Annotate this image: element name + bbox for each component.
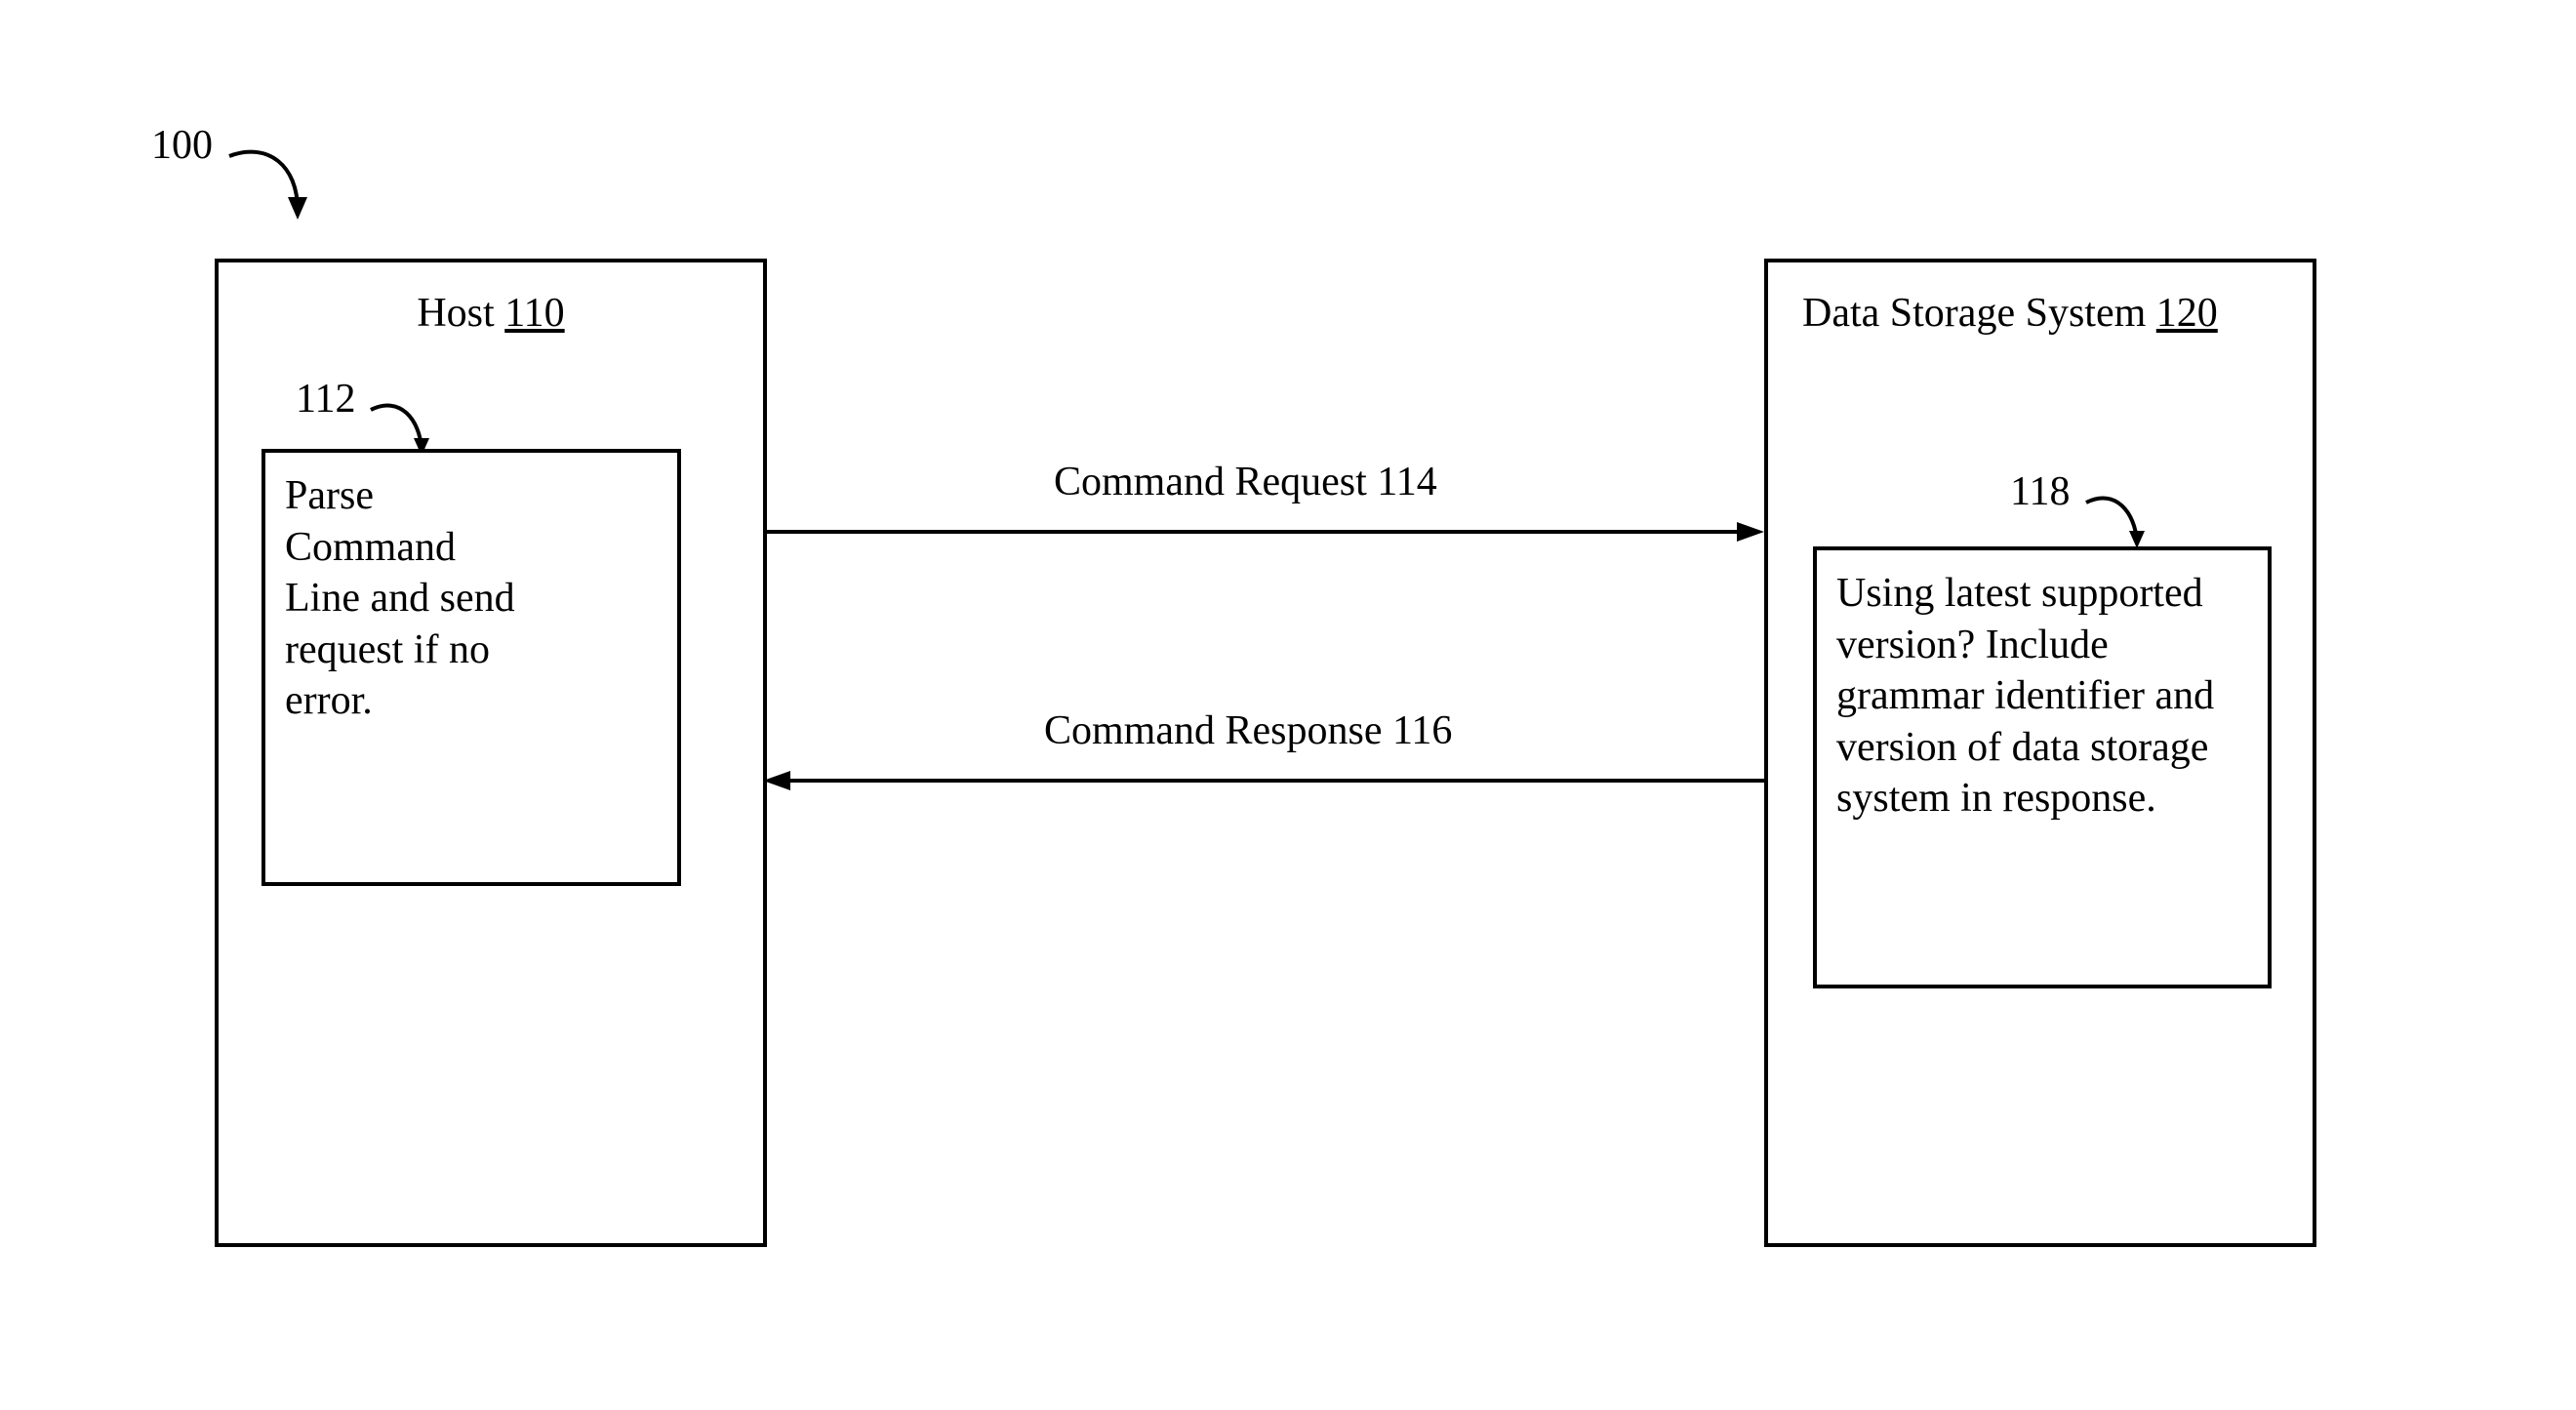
response-arrow-icon — [763, 766, 1764, 795]
storage-title-prefix: Data Storage System — [1802, 291, 2156, 336]
storage-inner-ref-label: 118 — [2010, 468, 2070, 515]
diagram-canvas: 100 Host 110 112 Parse Command Line and … — [0, 0, 2576, 1410]
figure-ref-arrow-icon — [220, 127, 327, 234]
host-inner-ref-label: 112 — [296, 376, 355, 423]
host-inner-box: Parse Command Line and send request if n… — [262, 449, 681, 886]
request-arrow-icon — [763, 517, 1764, 546]
host-title-prefix: Host — [417, 291, 504, 336]
storage-inner-ref-arrow-icon — [2076, 478, 2164, 556]
storage-ref: 120 — [2156, 291, 2218, 336]
host-inner-text: Parse Command Line and send request if n… — [265, 453, 553, 745]
response-arrow-label: Command Response 116 — [1044, 707, 1452, 754]
request-arrow-label: Command Request 114 — [1054, 459, 1437, 505]
storage-title: Data Storage System 120 — [1802, 290, 2218, 337]
figure-ref-label: 100 — [151, 122, 213, 169]
host-ref: 110 — [504, 291, 564, 336]
host-title: Host 110 — [219, 290, 763, 337]
storage-inner-text: Using latest supported version? Include … — [1817, 550, 2266, 842]
storage-inner-box: Using latest supported version? Include … — [1813, 546, 2272, 988]
